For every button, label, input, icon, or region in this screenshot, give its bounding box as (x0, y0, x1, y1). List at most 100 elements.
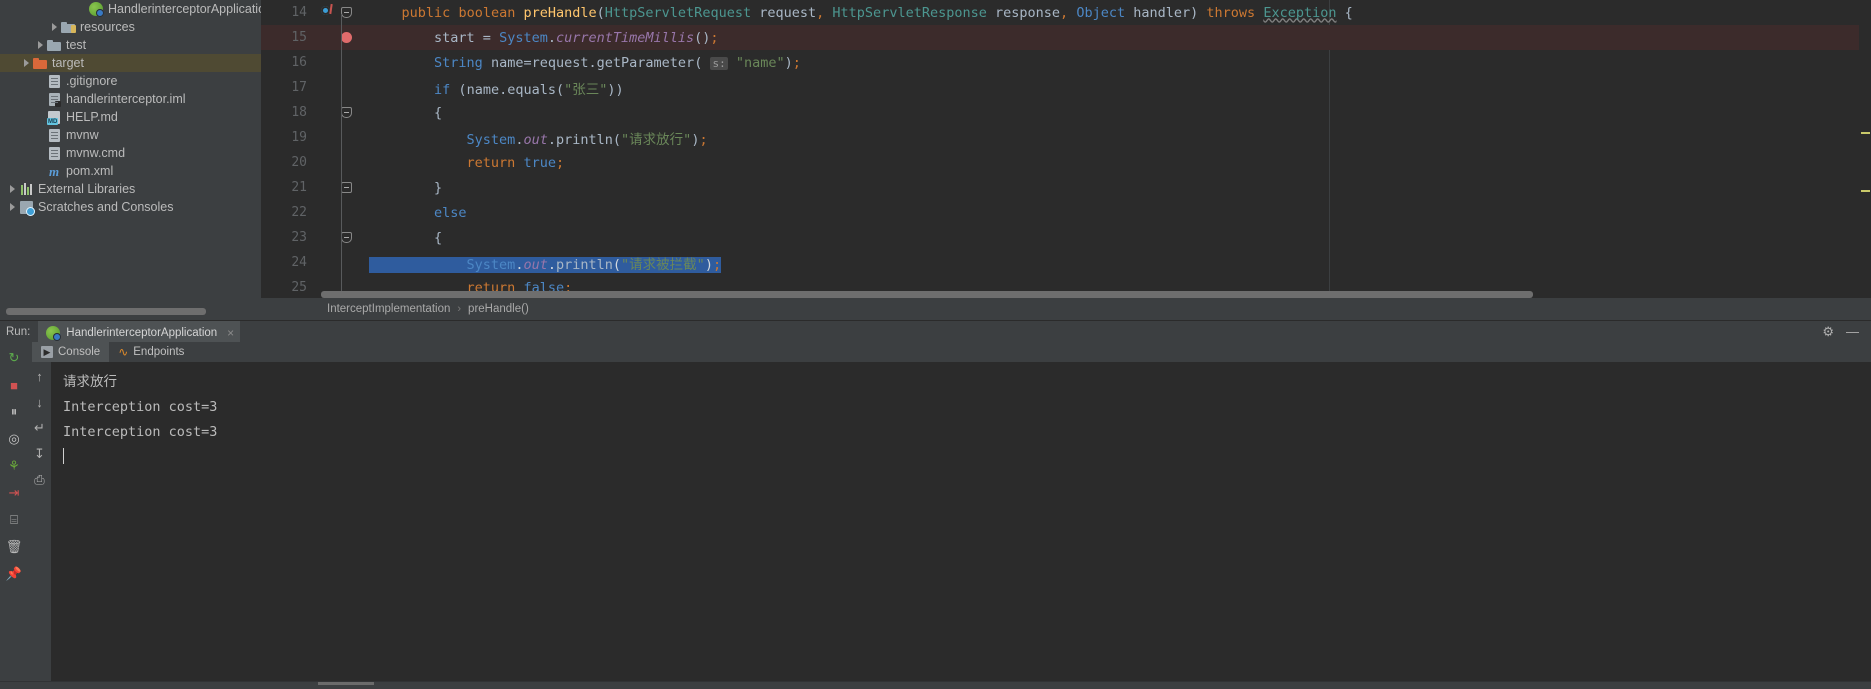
run-toolbar[interactable]: ↻ ■ ⏸ ◎ ⚘ ⇥ ⌸ 🗑 📌 (0, 342, 28, 681)
run-gutter-icon[interactable] (321, 6, 330, 15)
console-output[interactable]: 请求放行 Interception cost=3 Interception cost… (51, 362, 1859, 681)
scroll-down-icon[interactable]: ↓ (32, 394, 48, 410)
gutter-markers[interactable] (315, 0, 363, 25)
code-line-14[interactable]: 14 public boolean preHandle(HttpServletR… (261, 0, 1871, 25)
tab-endpoints[interactable]: ∿ Endpoints (109, 342, 193, 362)
breadcrumb-class[interactable]: InterceptImplementation (327, 303, 450, 315)
code-text[interactable]: { (363, 105, 1871, 121)
rerun-icon[interactable]: ↻ (6, 350, 22, 366)
tree-item-test[interactable]: test (0, 36, 261, 54)
editor-horizontal-scrollbar[interactable] (321, 291, 1533, 298)
tool-window-buttons: ⚙ — (1822, 321, 1871, 342)
close-icon[interactable]: × (223, 326, 234, 340)
gutter-markers[interactable] (315, 225, 363, 250)
code-text[interactable]: { (363, 230, 1871, 246)
code-line-21[interactable]: 21 } (261, 175, 1871, 200)
code-editor[interactable]: 14 public boolean preHandle(HttpServletR… (261, 0, 1871, 320)
tree-item-handlerinterceptorapplication[interactable]: HandlerinterceptorApplication (0, 0, 261, 18)
chevron-right-icon[interactable] (34, 144, 46, 162)
gutter-markers[interactable] (315, 150, 363, 175)
trash-icon[interactable]: 🗑 (6, 539, 23, 555)
code-text[interactable]: start = System.currentTimeMillis(); (363, 30, 1871, 46)
tree-item-handlerinterceptor-iml[interactable]: handlerinterceptor.iml (0, 90, 261, 108)
code-line-17[interactable]: 17 if (name.equals("张三")) (261, 75, 1871, 100)
print-icon[interactable]: ⎙ (32, 472, 48, 488)
gutter-markers[interactable] (315, 100, 363, 125)
tree-item-scratches-and-consoles[interactable]: Scratches and Consoles (0, 198, 261, 216)
chevron-right-icon[interactable] (34, 90, 46, 108)
chevron-right-icon[interactable] (34, 108, 46, 126)
minimize-icon[interactable]: — (1846, 325, 1859, 338)
code-lines[interactable]: 14 public boolean preHandle(HttpServletR… (261, 0, 1871, 298)
tree-item-mvnw-cmd[interactable]: mvnw.cmd (0, 144, 261, 162)
tree-item-external-libraries[interactable]: External Libraries (0, 180, 261, 198)
error-stripe-gutter[interactable] (1859, 0, 1871, 298)
layout-icon[interactable]: ⌸ (6, 512, 22, 528)
soft-wrap-icon[interactable]: ↵ (32, 420, 48, 436)
chevron-right-icon[interactable] (48, 18, 60, 36)
code-text[interactable]: else (363, 205, 1871, 221)
code-text[interactable]: System.out.println("请求放行"); (363, 128, 1871, 148)
gutter-markers[interactable] (315, 75, 363, 100)
code-text[interactable]: public boolean preHandle(HttpServletRequ… (363, 5, 1871, 21)
code-line-20[interactable]: 20 return true; (261, 150, 1871, 175)
code-text[interactable]: return true; (363, 155, 1871, 171)
gutter-markers[interactable] (315, 125, 363, 150)
gutter-markers[interactable] (315, 175, 363, 200)
tree-item-pom-xml[interactable]: m pom.xml (0, 162, 261, 180)
project-tree-horizontal-scrollbar[interactable] (6, 308, 206, 315)
chevron-right-icon[interactable] (34, 126, 46, 144)
console-tab-bar[interactable]: ▶ Console ∿ Endpoints (28, 342, 1871, 362)
code-text[interactable]: if (name.equals("张三")) (363, 78, 1871, 98)
pin-icon[interactable]: 📌 (6, 566, 22, 582)
code-text[interactable]: String name=request.getParameter( s: "na… (363, 55, 1871, 71)
breadcrumb-method[interactable]: preHandle() (468, 303, 529, 315)
selected-text[interactable]: System.out.println("请求被拦截"); (369, 256, 722, 273)
scroll-up-icon[interactable]: ↑ (32, 368, 48, 384)
gutter-markers[interactable] (315, 250, 363, 275)
gear-icon[interactable]: ⚙ (1822, 325, 1834, 338)
tree-item-mvnw[interactable]: mvnw (0, 126, 261, 144)
stop-icon[interactable]: ■ (6, 377, 22, 393)
code-text[interactable]: System.out.println("请求被拦截"); (363, 253, 1871, 273)
gutter-markers[interactable] (315, 50, 363, 75)
breakpoint-icon[interactable] (341, 32, 352, 43)
scroll-to-end-icon[interactable]: ↧ (32, 446, 48, 462)
tab-console[interactable]: ▶ Console (32, 342, 110, 362)
console-toolbar[interactable]: ↑ ↓ ↵ ↧ ⎙ (28, 362, 51, 681)
run-configuration-tab[interactable]: HandlerinterceptorApplication × (38, 321, 241, 342)
chevron-right-icon[interactable] (20, 54, 32, 72)
tree-item-target[interactable]: target (0, 54, 261, 72)
code-line-18[interactable]: 18 { (261, 100, 1871, 125)
chevron-right-icon[interactable] (34, 36, 46, 54)
code-line-16[interactable]: 16 String name=request.getParameter( s: … (261, 50, 1871, 75)
thread-dump-icon[interactable]: ⚘ (6, 458, 22, 474)
chevron-right-icon[interactable] (76, 0, 88, 18)
tree-item-help-md[interactable]: HELP.md (0, 108, 261, 126)
chevron-right-icon[interactable] (6, 180, 18, 198)
fold-collapse-icon[interactable] (341, 107, 352, 118)
code-line-22[interactable]: 22 else (261, 200, 1871, 225)
project-tool-window[interactable]: HandlerinterceptorApplication resources te… (0, 0, 261, 320)
fold-end-icon[interactable] (341, 182, 352, 193)
tree-item-gitignore[interactable]: .gitignore (0, 72, 261, 90)
exit-icon[interactable]: ⇥ (6, 485, 22, 501)
code-line-15[interactable]: 15 start = System.currentTimeMillis(); (261, 25, 1871, 50)
gutter-markers[interactable] (315, 25, 363, 50)
code-line-23[interactable]: 23 { (261, 225, 1871, 250)
fold-collapse-icon[interactable] (341, 232, 352, 243)
chevron-right-icon[interactable] (34, 162, 46, 180)
breadcrumb[interactable]: InterceptImplementation › preHandle() (261, 298, 1871, 320)
chevron-right-icon[interactable] (34, 72, 46, 90)
project-tree[interactable]: HandlerinterceptorApplication resources te… (0, 0, 261, 216)
camera-dump-icon[interactable]: ◎ (6, 431, 22, 447)
pause-icon[interactable]: ⏸ (6, 404, 22, 420)
editor-scroll-area[interactable]: 14 public boolean preHandle(HttpServletR… (261, 0, 1871, 298)
code-text[interactable]: } (363, 180, 1871, 196)
code-line-19[interactable]: 19 System.out.println("请求放行"); (261, 125, 1871, 150)
chevron-right-icon[interactable] (6, 198, 18, 216)
fold-collapse-icon[interactable] (341, 7, 352, 18)
gutter-markers[interactable] (315, 200, 363, 225)
tree-item-resources[interactable]: resources (0, 18, 261, 36)
code-line-24[interactable]: 24 System.out.println("请求被拦截"); (261, 250, 1871, 275)
